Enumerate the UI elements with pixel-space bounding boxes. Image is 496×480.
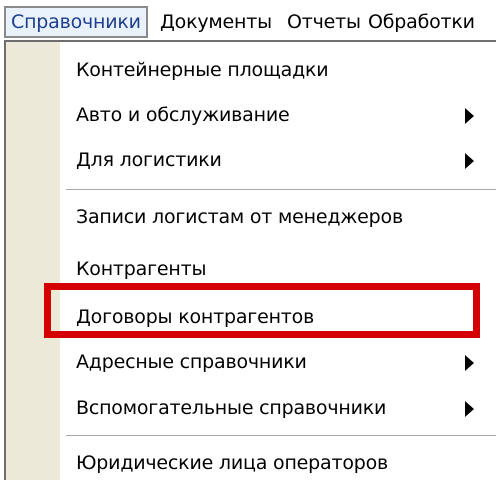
menu-separator xyxy=(66,435,496,437)
menu-item-label: Для логистики xyxy=(76,149,222,171)
menu-otchety[interactable]: Отчеты xyxy=(287,7,361,37)
menu-item-dlya-logistiki[interactable]: Для логистики xyxy=(60,140,496,180)
menu-item-label: Адресные справочники xyxy=(76,351,307,373)
screenshot-stage: Справочники Документы Отчеты Обработки К… xyxy=(0,0,496,480)
menu-item-avto-i-obsluzhivanie[interactable]: Авто и обслуживание xyxy=(60,95,496,135)
menu-item-vspomogatelnye-spravochniki[interactable]: Вспомогательные справочники xyxy=(60,388,496,428)
chevron-right-icon xyxy=(465,153,474,169)
chevron-right-icon xyxy=(465,108,474,124)
chevron-right-icon xyxy=(465,355,474,371)
menu-obrabotki[interactable]: Обработки xyxy=(368,7,475,37)
menu-dokumenty[interactable]: Документы xyxy=(160,7,272,37)
menu-gutter xyxy=(6,42,60,480)
spravochniki-dropdown: Контейнерные площадки Авто и обслуживани… xyxy=(4,40,496,480)
menu-bar: Справочники Документы Отчеты Обработки xyxy=(0,0,496,44)
menu-item-label: Вспомогательные справочники xyxy=(76,397,387,419)
menu-item-zapisi-logistam[interactable]: Записи логистам от менеджеров xyxy=(60,197,496,237)
menu-item-adresnye-spravochniki[interactable]: Адресные справочники xyxy=(60,342,496,382)
menu-item-konteynernye-ploshchadki[interactable]: Контейнерные площадки xyxy=(60,50,496,90)
highlight-annotation-box xyxy=(44,283,480,338)
menu-item-yuridicheskie-litsa[interactable]: Юридические лица операторов xyxy=(60,443,496,480)
menu-item-label: Юридические лица операторов xyxy=(76,452,389,474)
menu-separator xyxy=(66,189,496,191)
menu-spravochniki[interactable]: Справочники xyxy=(4,6,148,38)
menu-item-label: Записи логистам от менеджеров xyxy=(76,206,403,228)
menu-item-label: Контейнерные площадки xyxy=(76,59,329,81)
chevron-right-icon xyxy=(465,401,474,417)
menu-item-label: Авто и обслуживание xyxy=(76,104,290,126)
